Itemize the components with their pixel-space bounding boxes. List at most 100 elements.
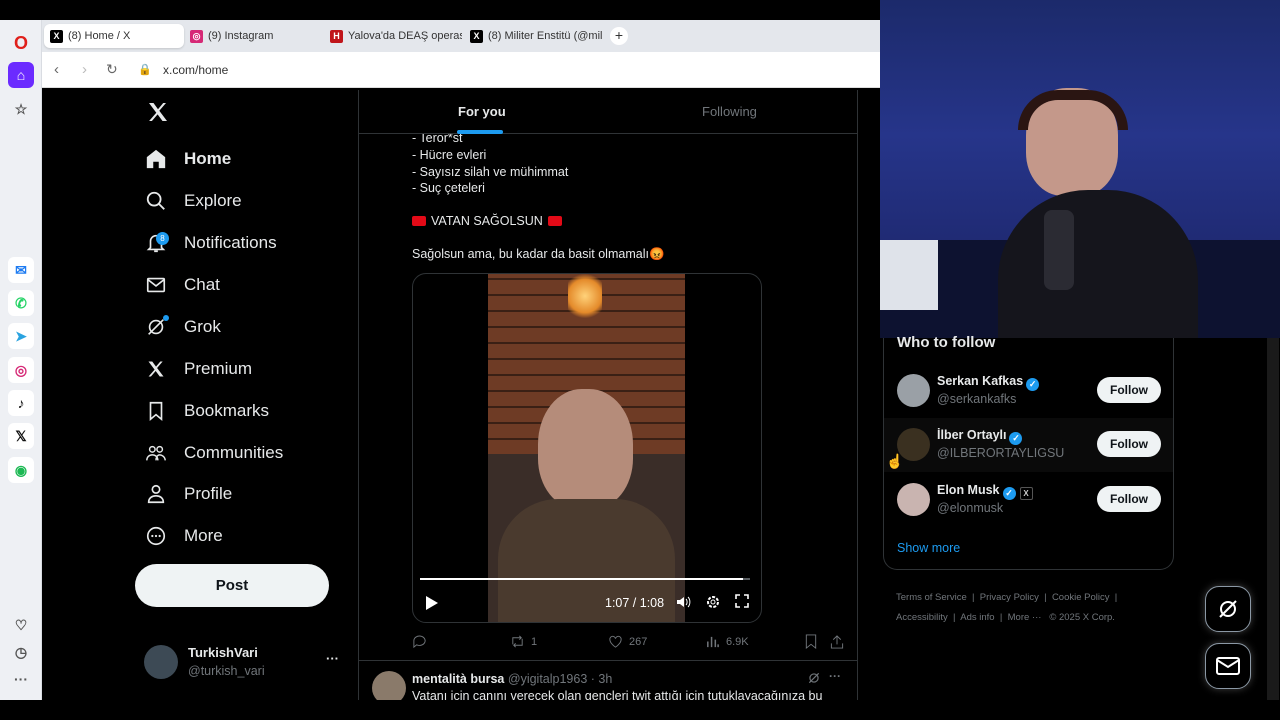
reload-icon[interactable]: ↻ <box>106 61 118 78</box>
video-progress-track[interactable] <box>420 578 750 580</box>
tab-instagram[interactable]: ◎ (9) Instagram <box>184 24 322 48</box>
tab-bar: X (8) Home / X ◎ (9) Instagram H Yalova'… <box>42 20 880 52</box>
nav-notifications[interactable]: 8 Notifications <box>144 223 277 263</box>
instagram-icon[interactable]: ◎ <box>8 357 34 383</box>
show-more-link[interactable]: Show more <box>897 541 960 555</box>
follow-button[interactable]: Follow <box>1097 431 1161 457</box>
nav-label: Communities <box>184 443 284 462</box>
nav-bookmarks[interactable]: Bookmarks <box>144 391 269 431</box>
tab-title: (9) Instagram <box>208 30 274 42</box>
tab-militer[interactable]: X (8) Militer Enstitü (@militer <box>464 24 602 48</box>
footer-link[interactable]: Accessibility <box>896 612 948 623</box>
tab-for-you[interactable]: For you <box>458 104 506 119</box>
repost-button[interactable]: 1 <box>510 634 537 649</box>
history-icon[interactable]: ◷ <box>8 639 34 665</box>
nav-chat[interactable]: Chat <box>144 265 220 305</box>
heart-icon[interactable]: ♡ <box>8 612 34 638</box>
whatsapp-icon[interactable]: ✆ <box>8 290 34 316</box>
nav-explore[interactable]: Explore <box>144 181 242 221</box>
video-time: 1:07 / 1:08 <box>605 596 665 610</box>
bookmark-icon <box>144 399 168 423</box>
back-icon[interactable]: ‹ <box>54 61 59 78</box>
nav-label: Grok <box>184 317 221 336</box>
opera-sidebar: O ⌂ ☆ ✉ ✆ ➤ ◎ ♪ 𝕏 ◉ ♡ ◷ ··· <box>0 20 42 700</box>
fullscreen-icon[interactable] <box>735 594 749 613</box>
tab-x-home[interactable]: X (8) Home / X <box>44 24 184 48</box>
more-circle-icon <box>144 524 168 548</box>
new-tab-button[interactable]: + <box>610 27 628 45</box>
post-button[interactable]: Post <box>135 564 329 607</box>
follow-button[interactable]: Follow <box>1097 486 1161 512</box>
avatar <box>144 645 178 679</box>
user-handle: @ILBERORTAYLIGSU <box>937 446 1065 460</box>
avatar <box>372 671 406 700</box>
x-logo-icon[interactable]: 𝕏 <box>8 423 34 449</box>
forward-icon[interactable]: › <box>82 61 87 78</box>
more-icon[interactable]: ··· <box>829 669 841 683</box>
share-icon <box>830 635 844 649</box>
video-player[interactable]: 1:07 / 1:08 <box>412 273 762 623</box>
url-field[interactable]: x.com/home <box>163 63 228 77</box>
messenger-icon[interactable]: ✉ <box>8 257 34 283</box>
grok-fab[interactable] <box>1205 586 1251 632</box>
footer-link[interactable]: Cookie Policy <box>1052 592 1110 603</box>
nav-grok[interactable]: Grok <box>144 307 221 347</box>
reply-icon <box>413 635 426 649</box>
nav-more[interactable]: More <box>144 516 223 556</box>
repost-icon <box>512 635 523 648</box>
play-icon[interactable] <box>425 595 439 616</box>
follow-suggestion[interactable]: Elon Musk ✓ X @elonmusk Follow <box>884 473 1173 527</box>
footer-link[interactable]: Privacy Policy <box>980 592 1039 603</box>
reply-button[interactable] <box>412 634 433 649</box>
nav-home[interactable]: Home <box>144 139 231 179</box>
who-to-follow: Who to follow Serkan Kafkas ✓ @serkankafk… <box>883 334 1174 570</box>
people-icon <box>144 441 168 465</box>
nav-communities[interactable]: Communities <box>144 433 283 473</box>
nav-label: Premium <box>184 359 253 378</box>
account-switcher[interactable]: TurkishVari @turkish_vari ··· <box>144 642 344 682</box>
user-name: İlber Ortaylı ✓ <box>937 428 1023 445</box>
bookmark-button[interactable] <box>804 634 824 649</box>
notification-badge: 8 <box>156 232 169 245</box>
footer-link[interactable]: Terms of Service <box>896 592 967 603</box>
nav-profile[interactable]: Profile <box>144 474 232 514</box>
follow-suggestion[interactable]: Serkan Kafkas ✓ @serkankafks Follow <box>884 364 1173 418</box>
views-button[interactable]: 6.9K <box>705 634 749 649</box>
nav-label: Bookmarks <box>184 401 270 420</box>
spotify-icon[interactable]: ◉ <box>8 457 34 483</box>
verified-icon: ✓ <box>1009 432 1023 445</box>
scrollbar[interactable] <box>1267 338 1279 700</box>
next-post[interactable]: mentalità bursa @yigitalp1963 · 3h ··· V… <box>359 660 857 700</box>
next-post-text: Vatanı için canını verecek olan gençleri… <box>412 689 823 700</box>
repost-count: 1 <box>531 635 538 648</box>
tiktok-icon[interactable]: ♪ <box>8 390 34 416</box>
star-icon[interactable]: ☆ <box>8 96 34 122</box>
nav-label: Chat <box>184 275 220 294</box>
next-post-name[interactable]: mentalità bursa <box>412 672 504 686</box>
follow-button[interactable]: Follow <box>1097 377 1161 403</box>
footer-link[interactable]: Ads info <box>960 612 994 623</box>
nav-premium[interactable]: Premium <box>144 349 252 389</box>
more-icon[interactable]: ··· <box>326 651 339 666</box>
share-button[interactable] <box>830 634 850 649</box>
grok-icon[interactable] <box>807 671 821 690</box>
footer-link[interactable]: More ··· <box>1008 612 1042 623</box>
verified-icon: ✓ <box>1002 487 1016 500</box>
avatar <box>897 483 930 516</box>
tab-news[interactable]: H Yalova'da DEAŞ operasyonu <box>324 24 462 48</box>
volume-icon[interactable] <box>675 594 691 615</box>
opera-logo-icon[interactable]: O <box>8 30 34 56</box>
nav-label: More <box>184 526 223 545</box>
x-logo-icon[interactable] <box>146 100 170 129</box>
more-icon[interactable]: ··· <box>8 666 34 692</box>
follow-suggestion[interactable]: İlber Ortaylı ✓ @ILBERORTAYLIGSU Follow <box>884 418 1173 472</box>
tab-following[interactable]: Following <box>702 104 757 119</box>
settings-icon[interactable] <box>705 594 721 615</box>
turkey-flag-icon <box>547 216 562 226</box>
like-button[interactable]: 267 <box>608 634 647 649</box>
telegram-icon[interactable]: ➤ <box>8 323 34 349</box>
person-icon <box>144 482 168 506</box>
screen: O ⌂ ☆ ✉ ✆ ➤ ◎ ♪ 𝕏 ◉ ♡ ◷ ··· X (8) Home /… <box>0 0 1280 720</box>
messages-fab[interactable] <box>1205 643 1251 689</box>
home-icon[interactable]: ⌂ <box>8 62 34 88</box>
